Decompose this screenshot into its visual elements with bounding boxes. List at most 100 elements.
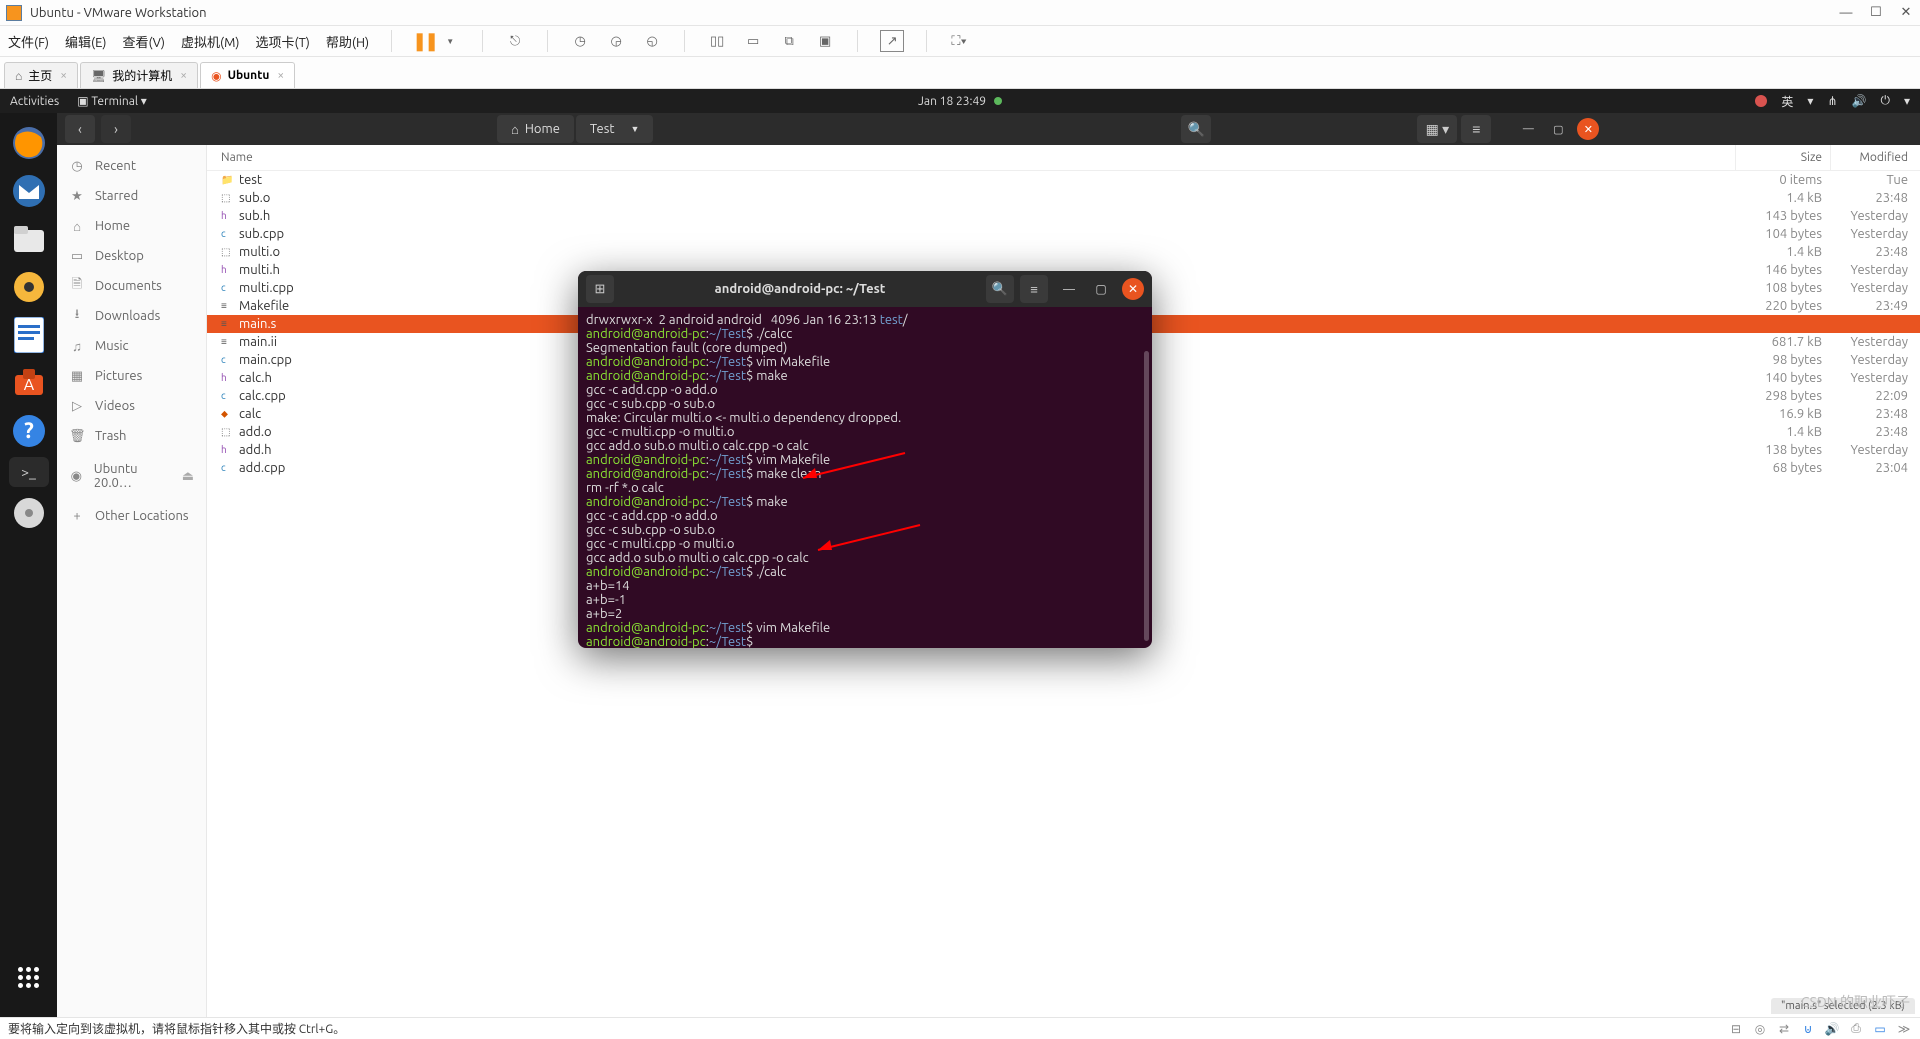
device-usb-icon[interactable]: ⊍: [1800, 1021, 1816, 1037]
new-tab-button[interactable]: ⊞: [586, 275, 614, 303]
device-hdd-icon[interactable]: ⊟: [1728, 1021, 1744, 1037]
volume-icon[interactable]: 🔊: [1852, 94, 1867, 108]
sidebar-item-starred[interactable]: ★Starred: [57, 181, 206, 211]
sidebar-item-pictures[interactable]: ▦Pictures: [57, 361, 206, 391]
sidebar-item-otherlocations[interactable]: +Other Locations: [57, 501, 206, 531]
maximize-button[interactable]: ▢: [1090, 278, 1112, 300]
close-button[interactable]: ✕: [1122, 278, 1144, 300]
terminal-output[interactable]: drwxrwxr-x 2 android android 4096 Jan 16…: [578, 307, 1152, 648]
device-sound-icon[interactable]: 🔊: [1824, 1021, 1840, 1037]
file-icon: h: [221, 372, 233, 384]
tab-ubuntu[interactable]: ◉Ubuntu×: [200, 62, 295, 88]
hamburger-menu[interactable]: ≡: [1020, 275, 1048, 303]
file-row[interactable]: hsub.h143 bytesYesterday: [207, 207, 1920, 225]
show-apps-button[interactable]: [7, 955, 51, 999]
view-console-icon[interactable]: ▣: [815, 31, 835, 51]
close-button[interactable]: ✕: [1898, 5, 1914, 20]
sidebar-item-videos[interactable]: ▷Videos: [57, 391, 206, 421]
menu-edit[interactable]: 编辑(E): [65, 32, 106, 51]
menu-tabs[interactable]: 选项卡(T): [255, 32, 309, 51]
sidebar-item-documents[interactable]: 🗎Documents: [57, 271, 206, 301]
maximize-button[interactable]: ☐: [1868, 5, 1884, 20]
minimize-button[interactable]: —: [1517, 118, 1539, 140]
sidebar-item-home[interactable]: ⌂Home: [57, 211, 206, 241]
minimize-button[interactable]: —: [1058, 278, 1080, 300]
file-name: sub.h: [239, 209, 270, 223]
file-row[interactable]: ⬚multi.o1.4 kB23:48: [207, 243, 1920, 261]
app-menu[interactable]: ▣ Terminal ▾: [77, 94, 147, 108]
search-button[interactable]: 🔍: [1181, 115, 1211, 143]
scrollbar[interactable]: [1144, 351, 1149, 641]
tab-my-computer[interactable]: 🖥我的计算机×: [80, 62, 198, 88]
dock-libreoffice[interactable]: [7, 313, 51, 357]
clock[interactable]: Jan 18 23:49: [918, 95, 986, 108]
sidebar-item-recent[interactable]: ◷Recent: [57, 151, 206, 181]
dock-terminal[interactable]: >_: [9, 457, 49, 487]
activities-button[interactable]: Activities: [10, 95, 59, 108]
device-cd-icon[interactable]: ◎: [1752, 1021, 1768, 1037]
view-unity-icon[interactable]: ⧉: [779, 31, 799, 51]
sidebar-item-desktop[interactable]: ▭Desktop: [57, 241, 206, 271]
hamburger-menu[interactable]: ≡: [1461, 115, 1491, 143]
dock-firefox[interactable]: [7, 121, 51, 165]
file-name: sub.o: [239, 191, 270, 205]
file-row[interactable]: csub.cpp104 bytesYesterday: [207, 225, 1920, 243]
back-button[interactable]: ‹: [65, 115, 95, 143]
close-icon[interactable]: ×: [277, 69, 284, 82]
device-display-icon[interactable]: ▭: [1872, 1021, 1888, 1037]
close-button[interactable]: ✕: [1577, 118, 1599, 140]
path-test[interactable]: Test ▼: [576, 115, 653, 143]
fullscreen-cycle-icon[interactable]: ⛶▾: [949, 31, 969, 51]
device-printer-icon[interactable]: ⎙: [1848, 1021, 1864, 1037]
file-icon: ⬚: [221, 426, 233, 438]
dock-software[interactable]: A: [7, 361, 51, 405]
path-home[interactable]: ⌂Home: [497, 115, 574, 143]
power-icon[interactable]: ⏻: [1880, 94, 1890, 108]
vm-tabs: ⌂主页× 🖥我的计算机× ◉Ubuntu×: [0, 57, 1920, 89]
menu-help[interactable]: 帮助(H): [326, 32, 369, 51]
menu-file[interactable]: 文件(F): [8, 32, 49, 51]
sidebar-item-trash[interactable]: 🗑Trash: [57, 421, 206, 451]
file-modified: 23:04: [1830, 461, 1920, 475]
file-row[interactable]: ⬚sub.o1.4 kB23:48: [207, 189, 1920, 207]
dock-dvd[interactable]: [7, 491, 51, 535]
col-modified[interactable]: Modified: [1830, 145, 1920, 170]
sidebar-item-downloads[interactable]: ⭳Downloads: [57, 301, 206, 331]
search-button[interactable]: 🔍: [986, 275, 1014, 303]
device-net-icon[interactable]: ⇄: [1776, 1021, 1792, 1037]
dock-files[interactable]: [7, 217, 51, 261]
dock-rhythmbox[interactable]: [7, 265, 51, 309]
dock-help[interactable]: ?: [7, 409, 51, 453]
maximize-button[interactable]: ▢: [1547, 118, 1569, 140]
power-dropdown[interactable]: ▼: [440, 31, 460, 51]
snapshot-manage-icon[interactable]: ◵: [642, 31, 662, 51]
fullscreen-enter-icon[interactable]: ↗: [880, 30, 904, 52]
send-button[interactable]: ⎋: [505, 31, 525, 51]
minimize-button[interactable]: —: [1838, 6, 1854, 20]
dock-thunderbird[interactable]: [7, 169, 51, 213]
ime-indicator[interactable]: 英: [1781, 93, 1793, 110]
sidebar-item-ubuntu[interactable]: ◉Ubuntu 20.0…⏏: [57, 461, 206, 491]
view-split-icon[interactable]: ▭: [743, 31, 763, 51]
close-icon[interactable]: ×: [60, 69, 67, 82]
view-grid-button[interactable]: ▦ ▾: [1417, 115, 1457, 143]
col-name[interactable]: Name: [207, 151, 1735, 164]
file-row[interactable]: 📁test0 itemsTue: [207, 171, 1920, 189]
snapshot-revert-icon[interactable]: ◶: [606, 31, 626, 51]
col-size[interactable]: Size: [1735, 145, 1830, 170]
tab-home[interactable]: ⌂主页×: [4, 62, 78, 88]
menu-view[interactable]: 查看(V): [123, 32, 165, 51]
network-icon[interactable]: ⋔: [1827, 94, 1837, 108]
file-modified: Yesterday: [1830, 371, 1920, 385]
sidebar-item-music[interactable]: ♫Music: [57, 331, 206, 361]
snapshot-take-icon[interactable]: ◷: [570, 31, 590, 51]
terminal-window[interactable]: ⊞ android@android-pc: ~/Test 🔍 ≡ — ▢ ✕ d…: [578, 271, 1152, 648]
alert-icon[interactable]: [1755, 95, 1767, 107]
view-single-icon[interactable]: ▯▯: [707, 31, 727, 51]
close-icon[interactable]: ×: [180, 69, 187, 82]
pause-button[interactable]: ❚❚: [414, 31, 434, 51]
file-size: 108 bytes: [1735, 281, 1830, 295]
device-more-icon[interactable]: ≫: [1896, 1021, 1912, 1037]
forward-button[interactable]: ›: [101, 115, 131, 143]
menu-vm[interactable]: 虚拟机(M): [181, 32, 240, 51]
